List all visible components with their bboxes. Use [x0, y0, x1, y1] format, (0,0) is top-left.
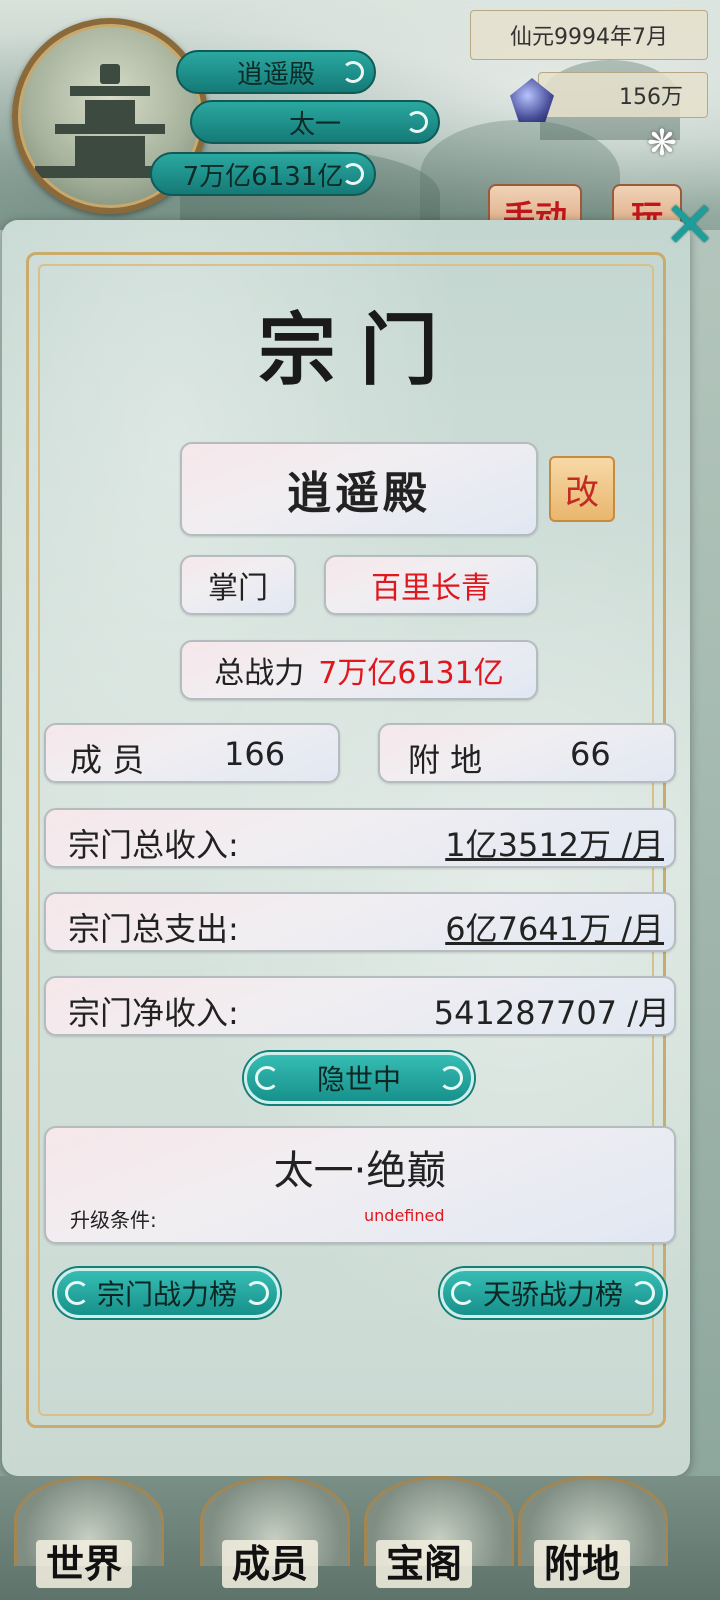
game-date: 仙元9994年7月 [470, 10, 708, 60]
curl-ornament-icon [406, 111, 428, 133]
bottom-nav: 世界 成员 宝阁 附地 [0, 1476, 720, 1600]
leader-label-card: 掌门 [180, 555, 296, 615]
curl-ornament-icon [439, 1066, 463, 1090]
realm-pill-label: 太一 [288, 109, 341, 140]
sect-power-ranking-button[interactable]: 宗门战力榜 [54, 1268, 280, 1318]
seclusion-status-button[interactable]: 隐世中 [244, 1052, 474, 1104]
net-income-label: 宗门净收入: [68, 994, 239, 1032]
nav-item-members[interactable]: 成员 [222, 1540, 319, 1588]
members-value: 166 [224, 735, 286, 773]
curl-ornament-icon [245, 1281, 269, 1305]
total-power-value: 7万亿6131亿 [318, 656, 504, 691]
expense-label: 宗门总支出: [68, 910, 239, 948]
spirit-stone-count-text: 156万 [619, 85, 683, 110]
sect-name-pill[interactable]: 逍遥殿 [176, 50, 376, 94]
land-card[interactable]: 附 地 66 [378, 723, 676, 783]
land-label: 附 地 [408, 741, 483, 779]
nav-item-world[interactable]: 世界 [36, 1540, 133, 1588]
pagoda-roof [70, 86, 150, 96]
seclusion-status-label: 隐世中 [316, 1063, 401, 1096]
upgrade-condition-value: undefined [364, 1206, 445, 1225]
income-row: 宗门总收入: 1亿3512万 /月 [44, 808, 676, 868]
expense-value[interactable]: 6亿7641万 /月 [445, 904, 664, 950]
curl-ornament-icon [342, 163, 364, 185]
rename-button-label: 改 [565, 472, 599, 513]
expense-row: 宗门总支出: 6亿7641万 /月 [44, 892, 676, 952]
power-pill[interactable]: 7万亿6131亿 [150, 152, 376, 196]
curl-ornament-icon [65, 1281, 89, 1305]
members-card[interactable]: 成 员 166 [44, 723, 340, 783]
pagoda-roof [100, 64, 120, 84]
sect-name-card: 逍遥殿 [180, 442, 538, 536]
pagoda-tier [85, 100, 135, 124]
net-income-value: 541287707 /月 [433, 994, 670, 1032]
leader-name-card[interactable]: 百里长青 [324, 555, 538, 615]
sect-name-pill-label: 逍遥殿 [236, 59, 315, 90]
genius-power-ranking-label: 天骄战力榜 [482, 1278, 623, 1311]
income-label: 宗门总收入: [68, 826, 239, 864]
net-income-row: 宗门净收入: 541287707 /月 [44, 976, 676, 1036]
nav-item-land[interactable]: 附地 [534, 1540, 631, 1588]
curl-ornament-icon [631, 1281, 655, 1305]
members-label: 成 员 [70, 741, 145, 779]
sect-name: 逍遥殿 [287, 468, 431, 519]
panel-title: 宗门 [257, 305, 462, 396]
realm-pill[interactable]: 太一 [190, 100, 440, 144]
leader-label: 掌门 [208, 571, 268, 606]
curl-ornament-icon [255, 1066, 279, 1090]
pagoda-tier [75, 136, 145, 166]
power-pill-label: 7万亿6131亿 [182, 161, 344, 192]
rename-button[interactable]: 改 [549, 456, 615, 522]
curl-ornament-icon [342, 61, 364, 83]
genius-power-ranking-button[interactable]: 天骄战力榜 [440, 1268, 666, 1318]
game-date-text: 仙元9994年7月 [510, 25, 668, 50]
total-power-card: 总战力 7万亿6131亿 [180, 640, 538, 700]
nav-item-treasury[interactable]: 宝阁 [376, 1540, 473, 1588]
spirit-stone-count: 156万 [538, 72, 708, 118]
leader-name: 百里长青 [371, 571, 491, 606]
income-value[interactable]: 1亿3512万 /月 [445, 820, 664, 866]
next-realm: 太一·绝巅 [273, 1148, 447, 1194]
total-power-label: 总战力 [214, 656, 305, 691]
land-value: 66 [570, 735, 611, 773]
upgrade-card: 太一·绝巅 升级条件: undefined [44, 1126, 676, 1244]
sect-power-ranking-label: 宗门战力榜 [96, 1278, 237, 1311]
pagoda-roof [55, 124, 165, 134]
gear-icon[interactable]: ❋ [642, 124, 682, 164]
close-icon[interactable]: ✕ [660, 194, 720, 258]
curl-ornament-icon [451, 1281, 475, 1305]
upgrade-condition-label: 升级条件: [70, 1208, 157, 1232]
